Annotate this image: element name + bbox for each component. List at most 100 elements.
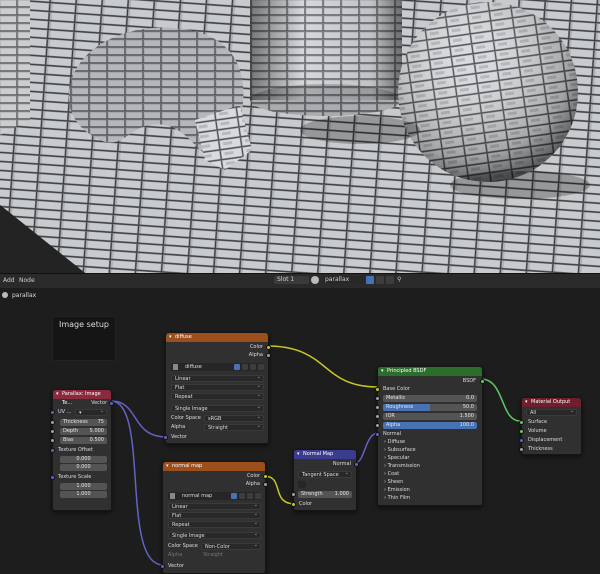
material-output-header[interactable]: Material Output bbox=[522, 398, 581, 407]
diffuse-color-output-socket[interactable] bbox=[266, 345, 271, 350]
close-icon[interactable] bbox=[255, 493, 261, 499]
pin-icon[interactable]: ⚲ bbox=[397, 276, 401, 283]
fake-user-icon[interactable] bbox=[231, 493, 237, 499]
normal-map-node-header[interactable]: Normal Map bbox=[294, 450, 356, 459]
texture-scale-y[interactable]: 1.000 bbox=[60, 491, 107, 498]
normal-extension-dropdown[interactable]: Repeat bbox=[168, 520, 261, 528]
duplicate-icon[interactable] bbox=[242, 364, 248, 370]
bsdf-output-socket[interactable] bbox=[480, 379, 485, 384]
diffuse-interpolation-dropdown[interactable]: Linear bbox=[171, 374, 264, 382]
normal-strength-socket[interactable] bbox=[291, 492, 296, 497]
parallax-node-header[interactable]: Parallax: Image Te... bbox=[53, 390, 111, 406]
roughness-socket[interactable] bbox=[375, 405, 380, 410]
panel-emission[interactable]: › Emission bbox=[384, 487, 410, 494]
panel-thin-film[interactable]: › Thin Film bbox=[384, 495, 410, 502]
node-menu[interactable]: Node bbox=[19, 277, 35, 284]
alpha-socket[interactable] bbox=[375, 423, 380, 428]
frame-image-setup[interactable]: Image setup bbox=[52, 316, 116, 361]
base-color-socket[interactable] bbox=[375, 387, 380, 392]
alpha-field[interactable]: Alpha 100.0 bbox=[383, 422, 477, 429]
open-folder-icon[interactable] bbox=[247, 493, 253, 499]
normal-interpolation-dropdown[interactable]: Linear bbox=[168, 502, 261, 510]
depth-field[interactable]: Depth 5.000 bbox=[60, 428, 107, 435]
normal-image-selector[interactable]: normal map bbox=[168, 492, 261, 500]
thickness-input-socket[interactable] bbox=[519, 447, 524, 452]
slot-label: Slot 1 bbox=[277, 276, 295, 283]
volume-input-socket[interactable] bbox=[519, 429, 524, 434]
bias-socket[interactable] bbox=[50, 438, 55, 443]
unlink-icon[interactable] bbox=[386, 276, 394, 284]
roughness-label: Roughness bbox=[386, 404, 414, 410]
thickness-field[interactable]: Thickness 75 bbox=[60, 419, 107, 426]
normal-input-socket[interactable] bbox=[375, 432, 380, 437]
panel-diffuse[interactable]: › Diffuse bbox=[384, 439, 405, 446]
diffuse-texture-node[interactable]: diffuse Color Alpha diffuse Linear Flat … bbox=[163, 332, 271, 444]
panel-sheen[interactable]: › Sheen bbox=[384, 479, 403, 486]
3d-viewport[interactable] bbox=[0, 0, 600, 273]
surface-input-socket[interactable] bbox=[519, 420, 524, 425]
normal-map-space-dropdown[interactable]: Tangent Space bbox=[298, 470, 352, 478]
diffuse-alpha-output-socket[interactable] bbox=[266, 353, 271, 358]
add-menu[interactable]: Add bbox=[3, 277, 15, 284]
texture-scale-socket[interactable] bbox=[50, 475, 55, 480]
normal-map-node[interactable]: Normal Map Normal Tangent Space Strength… bbox=[291, 449, 359, 511]
parallax-uv-dropdown[interactable]: ▾ bbox=[75, 408, 107, 416]
normal-projection-dropdown[interactable]: Flat bbox=[168, 511, 261, 519]
texture-offset-x[interactable]: 0.000 bbox=[60, 456, 107, 463]
fake-user-icon[interactable] bbox=[234, 364, 240, 370]
texture-offset-y[interactable]: 0.000 bbox=[60, 464, 107, 471]
diffuse-node-header[interactable]: diffuse bbox=[166, 333, 268, 342]
ior-field[interactable]: IOR 1.500 bbox=[383, 413, 477, 420]
texture-scale-x[interactable]: 1.000 bbox=[60, 483, 107, 490]
diffuse-image-selector[interactable]: diffuse bbox=[171, 363, 264, 371]
panel-subsurface[interactable]: › Subsurface bbox=[384, 447, 416, 454]
slot-selector[interactable]: Slot 1 bbox=[274, 276, 309, 284]
depth-socket[interactable] bbox=[50, 429, 55, 434]
normal-texture-color-output-socket[interactable] bbox=[263, 474, 268, 479]
roughness-field[interactable]: Roughness 50.0 bbox=[383, 404, 477, 411]
diffuse-extension-dropdown[interactable]: Repeat bbox=[171, 392, 264, 400]
normal-vector-input-socket[interactable] bbox=[160, 564, 165, 569]
panel-transmission[interactable]: › Transmission bbox=[384, 463, 420, 470]
thickness-socket[interactable] bbox=[50, 420, 55, 425]
normal-source-dropdown[interactable]: Single Image bbox=[168, 531, 261, 539]
fake-user-icon[interactable] bbox=[366, 276, 374, 284]
panel-coat[interactable]: › Coat bbox=[384, 471, 399, 478]
normal-strength-field[interactable]: Strength 1.000 bbox=[298, 491, 352, 498]
parallax-uv-input-socket[interactable] bbox=[50, 410, 55, 415]
metallic-socket[interactable] bbox=[375, 396, 380, 401]
close-icon[interactable] bbox=[258, 364, 264, 370]
normal-colorspace-dropdown[interactable]: Non-Color bbox=[201, 542, 261, 550]
material-sphere-icon[interactable] bbox=[311, 276, 319, 284]
principled-bsdf-node[interactable]: Principled BSDF BSDF Base Color Metallic… bbox=[375, 366, 485, 506]
duplicate-icon[interactable] bbox=[376, 276, 384, 284]
diffuse-source-dropdown[interactable]: Single Image bbox=[171, 404, 264, 412]
uv-map-icon[interactable] bbox=[298, 481, 306, 488]
diffuse-alpha-dropdown[interactable]: Straight bbox=[204, 423, 264, 431]
image-browse-icon[interactable] bbox=[173, 364, 178, 370]
normal-map-color-input-socket[interactable] bbox=[291, 502, 296, 507]
normal-texture-alpha-output-socket[interactable] bbox=[263, 482, 268, 487]
open-folder-icon[interactable] bbox=[250, 364, 256, 370]
normal-map-output-socket[interactable] bbox=[354, 462, 359, 467]
image-browse-icon[interactable] bbox=[170, 493, 175, 499]
texture-offset-label: Texture Offset bbox=[58, 447, 93, 453]
material-output-node[interactable]: Material Output All Surface Volume Displ… bbox=[519, 397, 582, 455]
output-target-dropdown[interactable]: All bbox=[526, 408, 577, 416]
panel-specular[interactable]: › Specular bbox=[384, 455, 409, 462]
diffuse-vector-input-socket[interactable] bbox=[163, 435, 168, 440]
normal-texture-node[interactable]: normal map Color Alpha normal map Linear… bbox=[160, 461, 268, 574]
bias-field[interactable]: Bias 0.500 bbox=[60, 437, 107, 444]
parallax-vector-output-socket[interactable] bbox=[109, 401, 114, 406]
displacement-input-socket[interactable] bbox=[519, 438, 524, 443]
bsdf-node-header[interactable]: Principled BSDF bbox=[378, 367, 482, 376]
material-name-field[interactable]: parallax bbox=[323, 276, 365, 284]
texture-offset-socket[interactable] bbox=[50, 448, 55, 453]
duplicate-icon[interactable] bbox=[239, 493, 245, 499]
diffuse-colorspace-dropdown[interactable]: sRGB bbox=[204, 414, 264, 422]
normal-texture-node-header[interactable]: normal map bbox=[163, 462, 265, 471]
diffuse-projection-dropdown[interactable]: Flat bbox=[171, 383, 264, 391]
metallic-field[interactable]: Metallic 0.0 bbox=[383, 395, 477, 402]
ior-socket[interactable] bbox=[375, 414, 380, 419]
parallax-node[interactable]: Parallax: Image Te... Vector UV ... ▾ Th… bbox=[50, 389, 114, 511]
